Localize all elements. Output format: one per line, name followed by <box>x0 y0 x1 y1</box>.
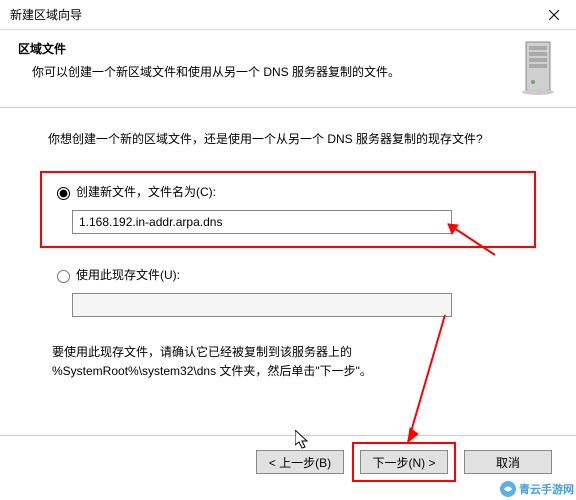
note-line1: 要使用此现存文件，请确认它已经被复制到该服务器上的 <box>52 345 352 359</box>
watermark-text: 青云手游网 <box>519 481 574 497</box>
radio-create-new[interactable] <box>57 187 70 200</box>
watermark-icon <box>499 480 517 498</box>
back-button[interactable]: < 上一步(B) <box>256 450 344 474</box>
radio-row-existing[interactable]: 使用此现存文件(U): <box>52 266 536 283</box>
radio-row-create[interactable]: 创建新文件，文件名为(C): <box>52 183 524 200</box>
existing-filename-input <box>72 293 452 317</box>
wizard-body: 你想创建一个新的区域文件，还是使用一个从另一个 DNS 服务器复制的现存文件? … <box>0 108 576 381</box>
question-text: 你想创建一个新的区域文件，还是使用一个从另一个 DNS 服务器复制的现存文件? <box>48 130 528 147</box>
header-title: 区域文件 <box>18 40 558 57</box>
window-title: 新建区域向导 <box>10 6 531 23</box>
note-text: 要使用此现存文件，请确认它已经被复制到该服务器上的 %SystemRoot%\s… <box>52 343 536 381</box>
server-icon <box>520 40 556 99</box>
close-button[interactable] <box>531 0 576 30</box>
titlebar: 新建区域向导 <box>0 0 576 30</box>
watermark: 青云手游网 <box>497 478 576 500</box>
radio-create-label: 创建新文件，文件名为(C): <box>76 183 216 200</box>
next-button[interactable]: 下一步(N) > <box>360 450 448 474</box>
highlight-box-next: 下一步(N) > <box>352 442 456 482</box>
note-line2: %SystemRoot%\system32\dns 文件夹，然后单击"下一步"。 <box>52 364 372 378</box>
highlight-box-create: 创建新文件，文件名为(C): <box>40 171 536 248</box>
radio-use-existing[interactable] <box>57 270 70 283</box>
cancel-button[interactable]: 取消 <box>464 450 552 474</box>
close-icon <box>549 10 559 20</box>
button-bar: < 上一步(B) 下一步(N) > 取消 <box>0 435 576 474</box>
wizard-header: 区域文件 你可以创建一个新区域文件和使用从另一个 DNS 服务器复制的文件。 <box>0 30 576 108</box>
create-filename-input[interactable] <box>72 210 452 234</box>
header-subtitle: 你可以创建一个新区域文件和使用从另一个 DNS 服务器复制的文件。 <box>18 63 558 80</box>
radio-existing-label: 使用此现存文件(U): <box>76 266 180 283</box>
